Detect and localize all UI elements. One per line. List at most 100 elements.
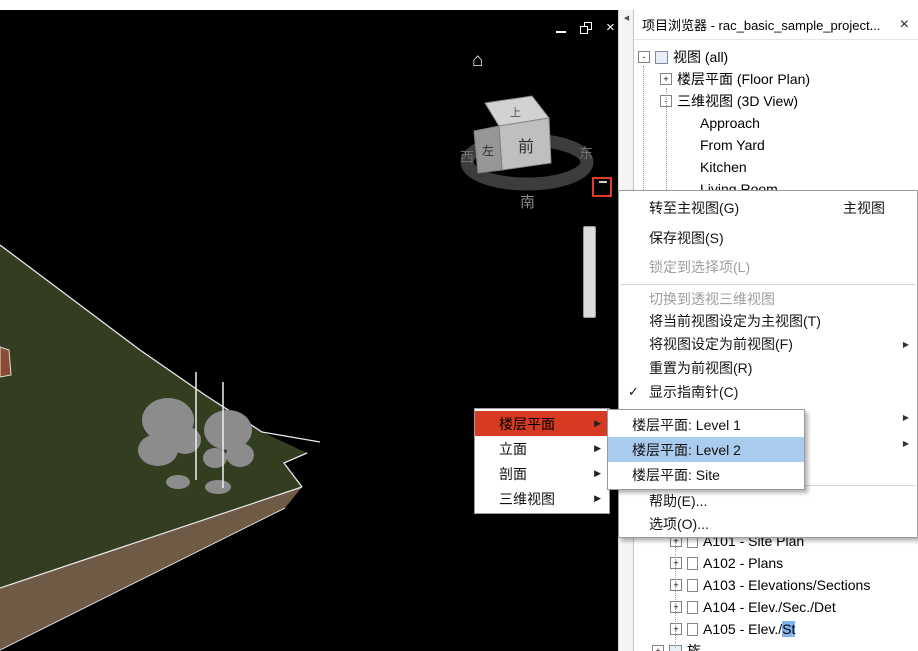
minimize-icon[interactable] xyxy=(556,24,566,33)
orient-submenu: 楼层平面 ▶ 立面 ▶ 剖面 ▶ 三维视图 ▶ xyxy=(474,408,610,514)
tree-item-label: A103 - Elevations/Sections xyxy=(703,577,870,593)
submenu-item-label: 楼层平面: Level 1 xyxy=(632,415,796,435)
tree-item-label: A102 - Plans xyxy=(703,555,783,571)
menu-item-label: 保存视图(S) xyxy=(649,228,909,248)
submenu-item-label: 剖面 xyxy=(499,464,594,484)
menu-item-label: 将当前视图设定为主视图(T) xyxy=(649,311,909,331)
viewcube-top-label: 上 xyxy=(510,106,521,119)
building-fragment[interactable] xyxy=(0,347,11,377)
tree-item-a105[interactable]: + A105 - Elev./ St xyxy=(634,618,918,640)
submenu-item-label: 三维视图 xyxy=(499,489,594,509)
expand-icon[interactable]: + xyxy=(670,557,682,569)
submenu-arrow-icon: ▶ xyxy=(594,418,601,429)
menu-item-label: 切换到透视三维视图 xyxy=(649,289,909,309)
orient-submenu-item-3dview[interactable]: 三维视图 ▶ xyxy=(475,486,609,511)
menu-item-options[interactable]: 选项(O)... xyxy=(619,512,917,535)
tree-guide xyxy=(666,88,667,204)
orient-submenu-item-elevation[interactable]: 立面 ▶ xyxy=(475,436,609,461)
close-icon[interactable]: × xyxy=(606,22,615,34)
view-window-controls: × xyxy=(556,22,615,34)
submenu-item-label: 楼层平面 xyxy=(499,414,594,434)
sheet-icon xyxy=(687,557,698,570)
expand-icon[interactable]: + xyxy=(670,623,682,635)
checkmark-icon: ✓ xyxy=(628,384,639,400)
menu-item-lock-selection: 锁定到选择项(L) xyxy=(619,253,917,281)
viewcube-front-label: 前 xyxy=(518,138,534,156)
tree-item-label: 族 xyxy=(687,641,701,651)
menu-item-save-view[interactable]: 保存视图(S) xyxy=(619,223,917,253)
project-browser-titlebar[interactable]: 项目浏览器 - rac_basic_sample_project... × xyxy=(634,10,918,40)
menu-item-label: 选项(O)... xyxy=(649,514,909,534)
tree-item-kitchen[interactable]: Kitchen xyxy=(634,156,918,178)
menu-item-label: 转至主视图(G) xyxy=(649,198,843,218)
tree-guide xyxy=(675,530,676,648)
browser-tree-bottom: + A101 - Site Plan + A102 - Plans + A103… xyxy=(634,530,918,651)
panel-close-icon[interactable]: × xyxy=(897,16,912,34)
tree-item-from-yard[interactable]: From Yard xyxy=(634,134,918,156)
3d-viewport[interactable]: × ⌂ 前 左 上 西 东 南 xyxy=(0,10,618,651)
revit-window: × ⌂ 前 左 上 西 东 南 ◀ 项目浏览器 - rac_basic_samp… xyxy=(0,0,918,651)
tree-item-label: 楼层平面 (Floor Plan) xyxy=(677,69,810,89)
menu-item-label: 将视图设定为前视图(F) xyxy=(649,334,903,354)
submenu-arrow-icon: ▶ xyxy=(903,340,909,349)
tree-item-families[interactable]: + 族 xyxy=(634,640,918,651)
tree-item-a103[interactable]: + A103 - Elevations/Sections xyxy=(634,574,918,596)
sheet-icon xyxy=(687,579,698,592)
menu-item-toggle-perspective: 切换到透视三维视图 xyxy=(619,288,917,310)
tree-item-label: 三维视图 (3D View) xyxy=(677,91,798,111)
submenu-arrow-icon: ▶ xyxy=(594,493,601,504)
submenu-arrow-icon: ▶ xyxy=(594,468,601,479)
menu-item-return-home[interactable]: 转至主视图(G) 主视图 xyxy=(619,193,917,223)
expand-icon[interactable]: + xyxy=(670,601,682,613)
restore-icon[interactable] xyxy=(580,22,592,34)
tree-item-views-root[interactable]: - 视图 (all) xyxy=(634,46,918,68)
submenu-item-label: 立面 xyxy=(499,439,594,459)
tree-item-approach[interactable]: Approach xyxy=(634,112,918,134)
tree-item-label: A104 - Elev./Sec./Det xyxy=(703,599,836,615)
navigation-bar[interactable] xyxy=(583,226,596,318)
menu-item-label: 锁定到选择项(L) xyxy=(649,257,909,277)
menu-item-help[interactable]: 帮助(E)... xyxy=(619,489,917,512)
submenu-item-label: 楼层平面: Level 2 xyxy=(632,440,796,460)
tree-item-label: From Yard xyxy=(700,137,765,153)
tree-item-floor-plans[interactable]: + 楼层平面 (Floor Plan) xyxy=(634,68,918,90)
submenu-arrow-icon: ▶ xyxy=(903,439,909,448)
expand-icon[interactable]: + xyxy=(670,579,682,591)
scrollbar-arrow-icon[interactable]: ◀ xyxy=(619,10,634,26)
tree-item-label: Kitchen xyxy=(700,159,747,175)
tree-item-label: A105 - Elev./ xyxy=(703,621,782,637)
collapse-icon[interactable]: - xyxy=(638,51,650,63)
compass-south-label[interactable]: 南 xyxy=(520,194,535,211)
tree-item-3d-views[interactable]: - 三维视图 (3D View) xyxy=(634,90,918,112)
levels-submenu-item-level2[interactable]: 楼层平面: Level 2 xyxy=(608,437,804,462)
views-icon xyxy=(655,51,668,64)
compass-east-label[interactable]: 东 xyxy=(579,145,593,161)
levels-submenu: 楼层平面: Level 1 楼层平面: Level 2 楼层平面: Site xyxy=(607,409,805,490)
panel-title: 项目浏览器 - rac_basic_sample_project... xyxy=(642,15,897,34)
sheet-icon xyxy=(687,601,698,614)
tree-item-label: Approach xyxy=(700,115,760,131)
menu-item-reset-front-view[interactable]: 重置为前视图(R) xyxy=(619,356,917,380)
sheet-icon xyxy=(687,623,698,636)
orient-submenu-item-section[interactable]: 剖面 ▶ xyxy=(475,461,609,486)
expand-icon[interactable]: + xyxy=(652,645,664,651)
levels-submenu-item-level1[interactable]: 楼层平面: Level 1 xyxy=(608,412,804,437)
menu-separator xyxy=(621,284,915,285)
viewcube-left-label: 左 xyxy=(482,143,494,158)
levels-submenu-item-site[interactable]: 楼层平面: Site xyxy=(608,462,804,487)
menu-item-set-current-as-home[interactable]: 将当前视图设定为主视图(T) xyxy=(619,310,917,332)
menu-item-shortcut: 主视图 xyxy=(843,198,885,218)
menu-item-set-front-view[interactable]: 将视图设定为前视图(F) ▶ xyxy=(619,332,917,356)
expand-icon[interactable]: + xyxy=(660,73,672,85)
orient-submenu-item-floorplan[interactable]: 楼层平面 ▶ xyxy=(475,411,609,436)
compass-west-label[interactable]: 西 xyxy=(460,149,474,165)
viewcube-menu-annotation[interactable] xyxy=(592,177,612,197)
tree-guide xyxy=(643,66,644,200)
menu-item-label: 重置为前视图(R) xyxy=(649,358,909,378)
menu-item-label: 显示指南针(C) xyxy=(649,382,909,402)
tree-item-a102[interactable]: + A102 - Plans xyxy=(634,552,918,574)
tree-item-a104[interactable]: + A104 - Elev./Sec./Det xyxy=(634,596,918,618)
submenu-arrow-icon: ▶ xyxy=(594,443,601,454)
submenu-arrow-icon: ▶ xyxy=(903,413,909,422)
menu-item-show-compass[interactable]: ✓ 显示指南针(C) xyxy=(619,380,917,404)
